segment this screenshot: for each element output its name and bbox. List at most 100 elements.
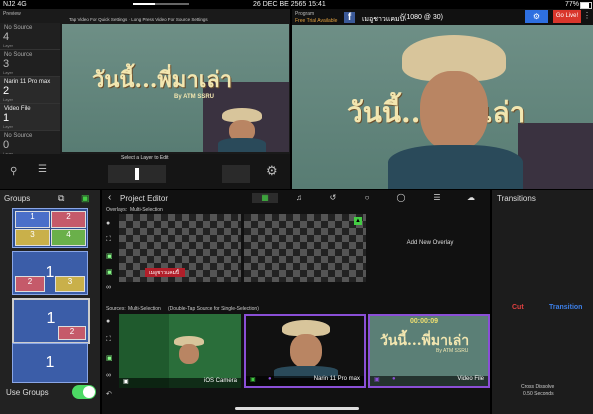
source-name: iOS Camera (203, 378, 237, 384)
camera-alt-icon[interactable]: ▣ (106, 268, 113, 276)
group-layer-3: 3 (15, 229, 50, 246)
layer-row[interactable]: Narin 11 Pro max 2 Layer (0, 77, 60, 104)
sources-hint: (Double-Tap Source for Single-Selection) (168, 306, 259, 312)
battery-label: 77% (565, 1, 580, 8)
overlay-active-icon: ▲ (354, 217, 362, 225)
mic-icon: ● (268, 376, 272, 382)
source-thumbnail-selected[interactable]: 00:00:09 วันนี้...พี่มาเล่า By ATM SSRU … (368, 314, 490, 388)
layer-selector[interactable] (108, 165, 166, 183)
program-video[interactable]: วันนี้...พี่มาเล่า (292, 25, 593, 189)
mic-icon: ● (392, 376, 396, 382)
grid-icon[interactable]: ▦ (252, 193, 278, 203)
source-thumbnail-selected[interactable]: Narin 11 Pro max ▣ ● (244, 314, 366, 388)
group-layer-1: 1 (15, 211, 50, 228)
image-icon[interactable]: ▣ (81, 193, 90, 204)
source-thumbnail[interactable]: iOS Camera ▣ (119, 314, 241, 388)
overlays-mode: Multi-Selection (130, 207, 163, 213)
mic-icon[interactable]: ● (106, 318, 110, 325)
stream-settings-button[interactable]: ⚙ (525, 10, 548, 23)
layer-selector-alt[interactable] (222, 165, 250, 183)
scene-subtitle: By ATM SSRU (174, 94, 215, 100)
history-icon[interactable]: ↺ (320, 193, 346, 203)
preview-controls: ⚲ ☰ Select a Layer to Edit ⚙ (0, 154, 290, 189)
group-layer-3: 3 (55, 276, 85, 292)
sources-mode: Multi-Selection (128, 306, 161, 312)
battery-icon (580, 2, 592, 9)
overlays-label: Overlays: (106, 207, 128, 213)
groups-panel: Groups ⧉ ▣ 1 2 3 4 1 2 3 1 2 1 Use Group… (0, 190, 100, 414)
group-tile-selected[interactable]: 1 2 (12, 298, 90, 344)
sliders-icon[interactable]: ☰ (38, 164, 47, 175)
transition-mode[interactable]: Cross Dissolve (521, 384, 554, 390)
crop-icon[interactable]: ⛶ (106, 336, 111, 344)
select-layer-hint: Select a Layer to Edit (121, 155, 169, 161)
group-layer-1: 1 (45, 354, 55, 371)
free-trial-label[interactable]: Free Trial Available (295, 18, 337, 24)
group-layer-2: 2 (58, 326, 86, 340)
timecode-label: 00:00:09 (410, 318, 439, 325)
lower-third-text: เมอูชาวแคมปิ้ (149, 270, 180, 276)
preview-video[interactable]: วันนี้...พี่มาเล่า By ATM SSRU (62, 24, 289, 152)
back-icon[interactable]: ‹ (108, 192, 111, 203)
resolution-label: (1080 @ 30) (404, 14, 444, 21)
cut-button[interactable]: Cut (512, 304, 524, 311)
camera-icon: ▣ (123, 379, 129, 385)
shirt-shape (218, 138, 266, 152)
cloud-icon[interactable]: ☁ (458, 193, 484, 203)
group-tile[interactable]: 1 2 3 4 (12, 208, 88, 248)
undo-icon[interactable]: ↶ (106, 390, 112, 398)
editor-title: Project Editor (120, 194, 169, 203)
layer-row[interactable]: Video File 1 Layer (0, 104, 60, 131)
chat-icon[interactable]: ◯ (388, 193, 414, 203)
group-layer-2: 2 (51, 211, 86, 228)
link-icon[interactable]: ∞ (106, 284, 111, 291)
group-tile[interactable]: 1 2 3 (12, 251, 88, 295)
overlay-side-tools: ● ⛶ ▣ ▣ ∞ (102, 214, 116, 302)
facebook-icon: f (344, 12, 355, 23)
status-bar: NJ2 4G 26 DEC BE 2565 15:41 77% (0, 0, 593, 9)
source-name: Narin 11 Pro max (313, 376, 360, 382)
crop-icon[interactable]: ⛶ (106, 236, 111, 244)
transitions-title: Transitions (497, 194, 536, 203)
mic-icon[interactable]: ● (106, 220, 110, 227)
home-indicator (235, 407, 359, 410)
camera-icon[interactable]: ▣ (106, 354, 113, 362)
use-groups-toggle[interactable] (72, 385, 96, 399)
link-icon[interactable]: ∞ (106, 372, 111, 379)
film-icon: ▣ (374, 377, 380, 383)
zoom-icon[interactable]: ⚲ (10, 166, 17, 177)
project-editor: ‹ Project Editor ▦ ♫ ↺ ○ ◯ ☰ ☁ Overlays:… (102, 190, 490, 414)
layer-row[interactable]: No Source 4 Layer (0, 23, 60, 50)
preview-label: Preview (3, 11, 21, 17)
transitions-panel: Transitions Cut Transition Cross Dissolv… (492, 190, 593, 414)
transition-duration[interactable]: 0.50 Seconds (523, 391, 554, 397)
program-label: Program (295, 11, 315, 17)
go-live-button[interactable]: Go Live! (553, 10, 581, 23)
copy-icon[interactable]: ⧉ (58, 193, 64, 204)
channel-name: เมอูชาวแคมปิ้ (362, 16, 405, 23)
music-icon[interactable]: ♫ (286, 193, 312, 203)
preview-pane[interactable]: Preview Tap Video For Quick Settings · L… (0, 9, 290, 189)
overlay-thumbnail[interactable]: เมอูชาวแคมปิ้ (119, 214, 241, 282)
datetime-label: 26 DEC BE 2565 15:41 (253, 1, 326, 8)
preview-hint: Tap Video For Quick Settings · Long Pres… (69, 17, 208, 22)
list-icon[interactable]: ☰ (424, 193, 450, 203)
layer-row[interactable]: No Source 3 Layer (0, 50, 60, 77)
circle-icon[interactable]: ○ (354, 193, 380, 203)
overlay-thumbnail[interactable]: ▲ (244, 214, 366, 282)
more-icon[interactable]: ⋮ (583, 11, 591, 20)
brightness-slider[interactable] (133, 3, 189, 5)
groups-title: Groups (4, 194, 31, 203)
carrier-label: NJ2 4G (3, 1, 27, 8)
program-pane[interactable]: Program Free Trial Available f เมอูชาวแค… (292, 9, 593, 189)
group-layer-4: 4 (51, 229, 86, 246)
camera-icon[interactable]: ▣ (106, 252, 113, 260)
scene-title: วันนี้...พี่มาเล่า (92, 67, 233, 93)
group-tile[interactable]: 1 (12, 343, 88, 383)
gear-icon[interactable]: ⚙ (266, 163, 278, 179)
add-overlay-button[interactable]: Add New Overlay (370, 214, 488, 282)
source-side-tools: ● ⛶ ▣ ∞ ↶ (102, 312, 116, 412)
transition-button[interactable]: Transition (549, 304, 582, 311)
face-shape (420, 71, 488, 151)
phone-icon: ▣ (250, 377, 256, 383)
